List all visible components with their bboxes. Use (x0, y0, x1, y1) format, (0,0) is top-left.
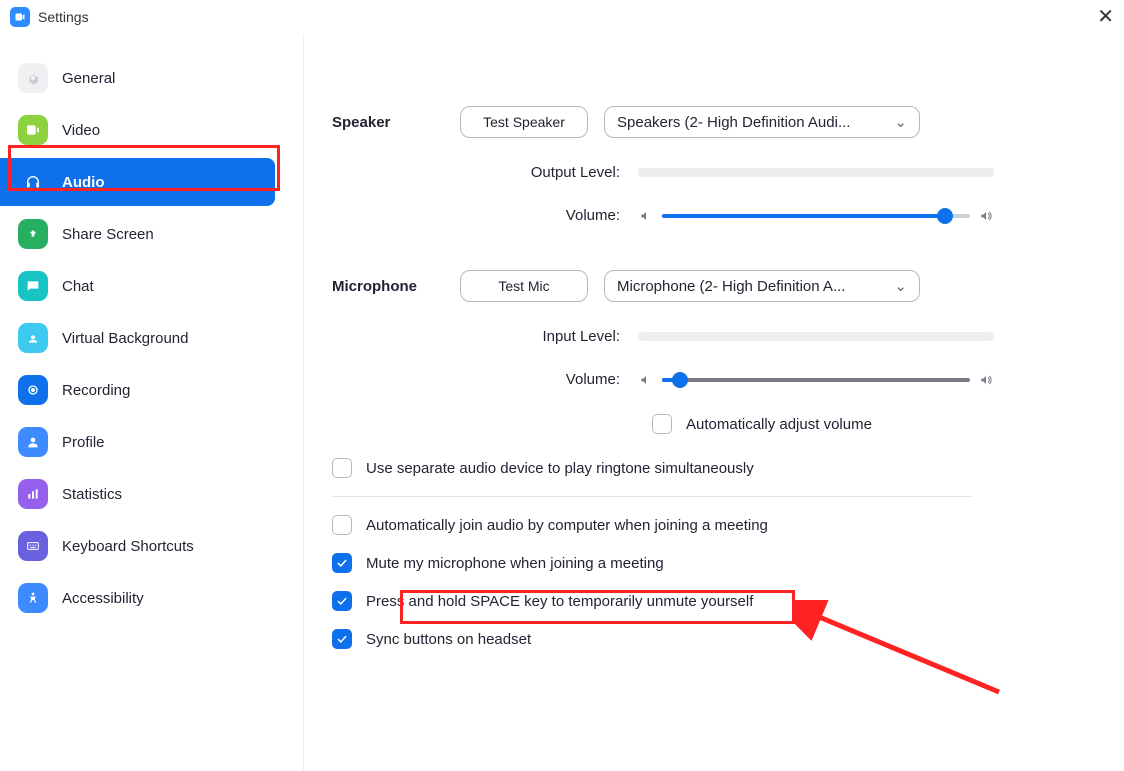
virtual-background-icon (18, 323, 48, 353)
sidebar-label: Accessibility (62, 590, 144, 607)
mute-on-join-checkbox[interactable] (332, 553, 352, 573)
mic-select-value: Microphone (2- High Definition A... (617, 278, 845, 295)
window-title: Settings (38, 9, 89, 25)
chevron-down-icon: ⌄ (894, 277, 907, 295)
mic-select[interactable]: Microphone (2- High Definition A... ⌄ (604, 270, 920, 302)
auto-adjust-label: Automatically adjust volume (686, 416, 872, 433)
output-level-meter (638, 168, 994, 177)
speaker-select[interactable]: Speakers (2- High Definition Audi... ⌄ (604, 106, 920, 138)
speaker-label: Speaker (332, 114, 460, 131)
content-area: Speaker Test Speaker Speakers (2- High D… (304, 34, 1124, 771)
close-icon[interactable]: ✕ (1097, 7, 1114, 27)
sidebar-label: Profile (62, 434, 105, 451)
sidebar-item-general[interactable]: General (0, 54, 275, 102)
sidebar-label: Video (62, 122, 100, 139)
speaker-volume-label: Volume: (332, 207, 620, 224)
app-logo-icon (10, 7, 30, 27)
test-speaker-button[interactable]: Test Speaker (460, 106, 588, 138)
speaker-select-value: Speakers (2- High Definition Audi... (617, 114, 850, 131)
input-level-label: Input Level: (332, 328, 620, 345)
sidebar: General Video Audio Share Screen Chat (0, 34, 304, 771)
chevron-down-icon: ⌄ (894, 113, 907, 131)
speaker-volume-slider[interactable] (662, 214, 970, 218)
sidebar-item-recording[interactable]: Recording (0, 366, 275, 414)
mute-on-join-label: Mute my microphone when joining a meetin… (366, 555, 664, 572)
volume-high-icon (978, 208, 994, 224)
keyboard-icon (18, 531, 48, 561)
divider (332, 496, 972, 497)
input-level-meter (638, 332, 994, 341)
mic-volume-slider[interactable] (662, 378, 970, 382)
accessibility-icon (18, 583, 48, 613)
sidebar-label: Virtual Background (62, 330, 188, 347)
separate-audio-label: Use separate audio device to play ringto… (366, 460, 754, 477)
auto-join-label: Automatically join audio by computer whe… (366, 517, 768, 534)
sync-headset-label: Sync buttons on headset (366, 631, 531, 648)
separate-audio-checkbox[interactable] (332, 458, 352, 478)
sidebar-item-virtual-background[interactable]: Virtual Background (0, 314, 275, 362)
sidebar-item-accessibility[interactable]: Accessibility (0, 574, 275, 622)
sidebar-label: Share Screen (62, 226, 154, 243)
sidebar-item-profile[interactable]: Profile (0, 418, 275, 466)
recording-icon (18, 375, 48, 405)
sidebar-label: Audio (62, 174, 105, 191)
sidebar-item-video[interactable]: Video (0, 106, 275, 154)
auto-adjust-checkbox[interactable] (652, 414, 672, 434)
space-unmute-label: Press and hold SPACE key to temporarily … (366, 593, 753, 610)
headphone-icon (18, 167, 48, 197)
sidebar-item-share-screen[interactable]: Share Screen (0, 210, 275, 258)
sync-headset-checkbox[interactable] (332, 629, 352, 649)
volume-low-icon (638, 372, 654, 388)
video-icon (18, 115, 48, 145)
mic-volume-label: Volume: (332, 371, 620, 388)
sidebar-item-audio[interactable]: Audio (0, 158, 275, 206)
volume-low-icon (638, 208, 654, 224)
volume-high-icon (978, 372, 994, 388)
sidebar-label: Recording (62, 382, 130, 399)
auto-join-checkbox[interactable] (332, 515, 352, 535)
sidebar-item-keyboard-shortcuts[interactable]: Keyboard Shortcuts (0, 522, 275, 570)
share-screen-icon (18, 219, 48, 249)
sidebar-label: Statistics (62, 486, 122, 503)
gear-icon (18, 63, 48, 93)
titlebar: Settings ✕ (0, 0, 1124, 34)
space-unmute-checkbox[interactable] (332, 591, 352, 611)
chat-icon (18, 271, 48, 301)
microphone-label: Microphone (332, 278, 460, 295)
sidebar-item-statistics[interactable]: Statistics (0, 470, 275, 518)
sidebar-label: Chat (62, 278, 94, 295)
sidebar-item-chat[interactable]: Chat (0, 262, 275, 310)
output-level-label: Output Level: (332, 164, 620, 181)
statistics-icon (18, 479, 48, 509)
sidebar-label: Keyboard Shortcuts (62, 538, 194, 555)
profile-icon (18, 427, 48, 457)
test-mic-button[interactable]: Test Mic (460, 270, 588, 302)
sidebar-label: General (62, 70, 115, 87)
